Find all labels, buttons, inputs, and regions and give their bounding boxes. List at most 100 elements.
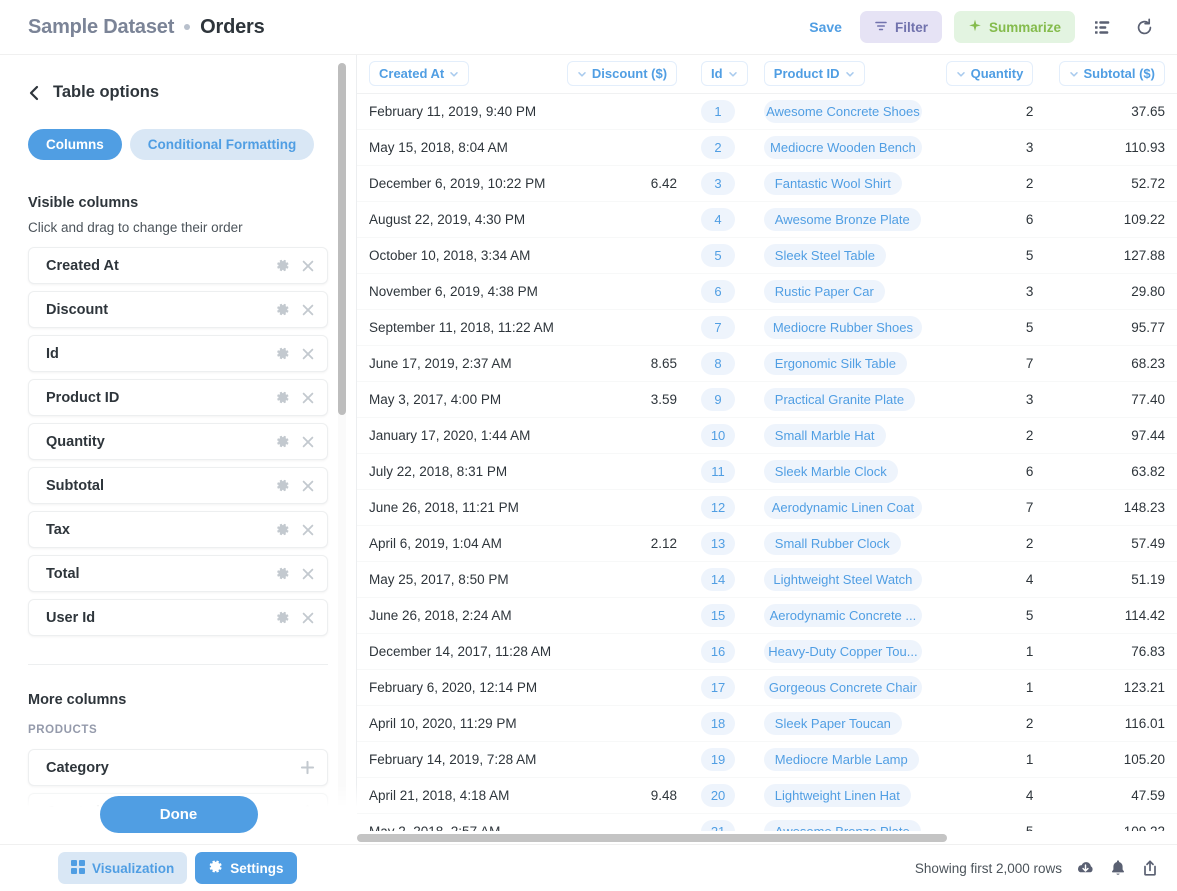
- column-header-pill[interactable]: Quantity: [945, 61, 1034, 87]
- cell-quantity[interactable]: 6: [934, 453, 1046, 490]
- id-pill[interactable]: 6: [701, 279, 736, 303]
- tab-conditional-formatting[interactable]: Conditional Formatting: [129, 129, 315, 160]
- cell-id[interactable]: 11: [689, 453, 752, 490]
- refresh-button[interactable]: [1129, 12, 1159, 42]
- cell-discount[interactable]: [597, 741, 690, 778]
- cell-id[interactable]: 10: [689, 417, 752, 454]
- cell-created-at[interactable]: February 14, 2019, 7:28 AM: [357, 741, 598, 778]
- table-row[interactable]: June 26, 2018, 2:24 AM 15 Aerodynamic Conc…: [357, 597, 1177, 634]
- cell-subtotal[interactable]: 63.82: [1045, 453, 1177, 490]
- cell-product-id[interactable]: Awesome Concrete Shoes: [751, 93, 935, 130]
- cell-quantity[interactable]: 2: [934, 705, 1046, 742]
- product-pill[interactable]: Fantastic Wool Shirt: [763, 171, 902, 195]
- settings-button[interactable]: Settings: [195, 852, 297, 884]
- cell-discount[interactable]: [597, 597, 690, 634]
- product-pill[interactable]: Gorgeous Concrete Chair: [763, 675, 923, 699]
- id-pill[interactable]: 8: [701, 351, 736, 375]
- visualization-button[interactable]: Visualization: [58, 852, 188, 884]
- cell-discount[interactable]: 9.48: [597, 777, 690, 814]
- sidebar-scrollbar-thumb[interactable]: [338, 63, 346, 415]
- id-pill[interactable]: 15: [701, 603, 736, 627]
- cell-subtotal[interactable]: 127.88: [1045, 237, 1177, 274]
- table-row[interactable]: January 17, 2020, 1:44 AM 10 Small Marble …: [357, 417, 1177, 454]
- cell-subtotal[interactable]: 57.49: [1045, 525, 1177, 562]
- visible-column-item[interactable]: Tax: [28, 511, 328, 548]
- product-pill[interactable]: Small Rubber Clock: [763, 531, 901, 555]
- close-icon[interactable]: [301, 347, 315, 361]
- table-row[interactable]: May 25, 2017, 8:50 PM 14 Lightweight Steel…: [357, 561, 1177, 598]
- id-pill[interactable]: 4: [701, 207, 736, 231]
- cell-id[interactable]: 8: [689, 345, 752, 382]
- cell-created-at[interactable]: February 11, 2019, 9:40 PM: [357, 93, 598, 130]
- id-pill[interactable]: 18: [701, 711, 736, 735]
- table-column-header[interactable]: Subtotal ($): [1045, 55, 1177, 94]
- summarize-button[interactable]: Summarize: [953, 11, 1075, 43]
- cell-id[interactable]: 13: [689, 525, 752, 562]
- id-pill[interactable]: 3: [701, 171, 736, 195]
- cell-product-id[interactable]: Lightweight Steel Watch: [751, 561, 935, 598]
- cell-quantity[interactable]: 1: [934, 741, 1046, 778]
- cell-product-id[interactable]: Mediocre Marble Lamp: [751, 741, 935, 778]
- back-chevron-icon[interactable]: [28, 85, 41, 101]
- cell-created-at[interactable]: February 6, 2020, 12:14 PM: [357, 669, 598, 706]
- column-header-pill[interactable]: Discount ($): [566, 61, 678, 87]
- cell-quantity[interactable]: 1: [934, 669, 1046, 706]
- cell-created-at[interactable]: June 26, 2018, 2:24 AM: [357, 597, 598, 634]
- id-pill[interactable]: 12: [701, 495, 736, 519]
- id-pill[interactable]: 5: [701, 243, 736, 267]
- cell-discount[interactable]: [597, 669, 690, 706]
- cell-subtotal[interactable]: 148.23: [1045, 489, 1177, 526]
- id-pill[interactable]: 13: [701, 531, 736, 555]
- visible-column-item[interactable]: Discount: [28, 291, 328, 328]
- cell-quantity[interactable]: 2: [934, 93, 1046, 130]
- cell-quantity[interactable]: 5: [934, 237, 1046, 274]
- table-row[interactable]: December 6, 2019, 10:22 PM 6.42 3 Fantastic…: [357, 165, 1177, 202]
- close-icon[interactable]: [301, 303, 315, 317]
- cell-subtotal[interactable]: 76.83: [1045, 633, 1177, 670]
- gear-icon[interactable]: [275, 522, 290, 537]
- product-pill[interactable]: Lightweight Linen Hat: [763, 783, 911, 807]
- close-icon[interactable]: [301, 435, 315, 449]
- cell-subtotal[interactable]: 114.42: [1045, 597, 1177, 634]
- table-row[interactable]: April 21, 2018, 4:18 AM 9.48 20 Lightweight…: [357, 777, 1177, 814]
- close-icon[interactable]: [301, 259, 315, 273]
- filter-button[interactable]: Filter: [859, 11, 942, 43]
- cell-product-id[interactable]: Sleek Marble Clock: [751, 453, 935, 490]
- gear-icon[interactable]: [275, 302, 290, 317]
- cell-subtotal[interactable]: 110.93: [1045, 129, 1177, 166]
- cell-id[interactable]: 12: [689, 489, 752, 526]
- cell-created-at[interactable]: December 6, 2019, 10:22 PM: [357, 165, 598, 202]
- visible-column-item[interactable]: Subtotal: [28, 467, 328, 504]
- cell-created-at[interactable]: June 17, 2019, 2:37 AM: [357, 345, 598, 382]
- cell-discount[interactable]: [597, 633, 690, 670]
- cell-subtotal[interactable]: 51.19: [1045, 561, 1177, 598]
- cell-created-at[interactable]: April 6, 2019, 1:04 AM: [357, 525, 598, 562]
- id-pill[interactable]: 2: [701, 135, 736, 159]
- id-pill[interactable]: 20: [701, 783, 736, 807]
- table-column-header[interactable]: Discount ($): [566, 55, 690, 94]
- product-pill[interactable]: Lightweight Steel Watch: [763, 567, 923, 591]
- cell-id[interactable]: 1: [689, 93, 752, 130]
- cell-id[interactable]: 6: [689, 273, 752, 310]
- cell-quantity[interactable]: 5: [934, 309, 1046, 346]
- table-column-header[interactable]: Quantity: [934, 55, 1046, 94]
- product-pill[interactable]: Sleek Marble Clock: [763, 459, 898, 483]
- cell-quantity[interactable]: 3: [934, 381, 1046, 418]
- cell-quantity[interactable]: 1: [934, 633, 1046, 670]
- table-horizontal-scrollbar-thumb[interactable]: [357, 834, 947, 842]
- product-pill[interactable]: Mediocre Wooden Bench: [763, 135, 923, 159]
- cell-id[interactable]: 19: [689, 741, 752, 778]
- visible-column-item[interactable]: User Id: [28, 599, 328, 636]
- done-button[interactable]: Done: [99, 795, 258, 833]
- save-button[interactable]: Save: [803, 15, 848, 39]
- cell-discount[interactable]: [597, 489, 690, 526]
- cell-discount[interactable]: 6.42: [597, 165, 690, 202]
- table-row[interactable]: April 10, 2020, 11:29 PM 18 Sleek Paper To…: [357, 705, 1177, 742]
- table-row[interactable]: August 22, 2019, 4:30 PM 4 Awesome Bronze …: [357, 201, 1177, 238]
- cell-id[interactable]: 15: [689, 597, 752, 634]
- cell-discount[interactable]: [597, 705, 690, 742]
- cell-product-id[interactable]: Heavy-Duty Copper Tou...: [751, 633, 935, 670]
- table-row[interactable]: June 26, 2018, 11:21 PM 12 Aerodynamic Lin…: [357, 489, 1177, 526]
- id-pill[interactable]: 9: [701, 387, 736, 411]
- cell-discount[interactable]: [597, 561, 690, 598]
